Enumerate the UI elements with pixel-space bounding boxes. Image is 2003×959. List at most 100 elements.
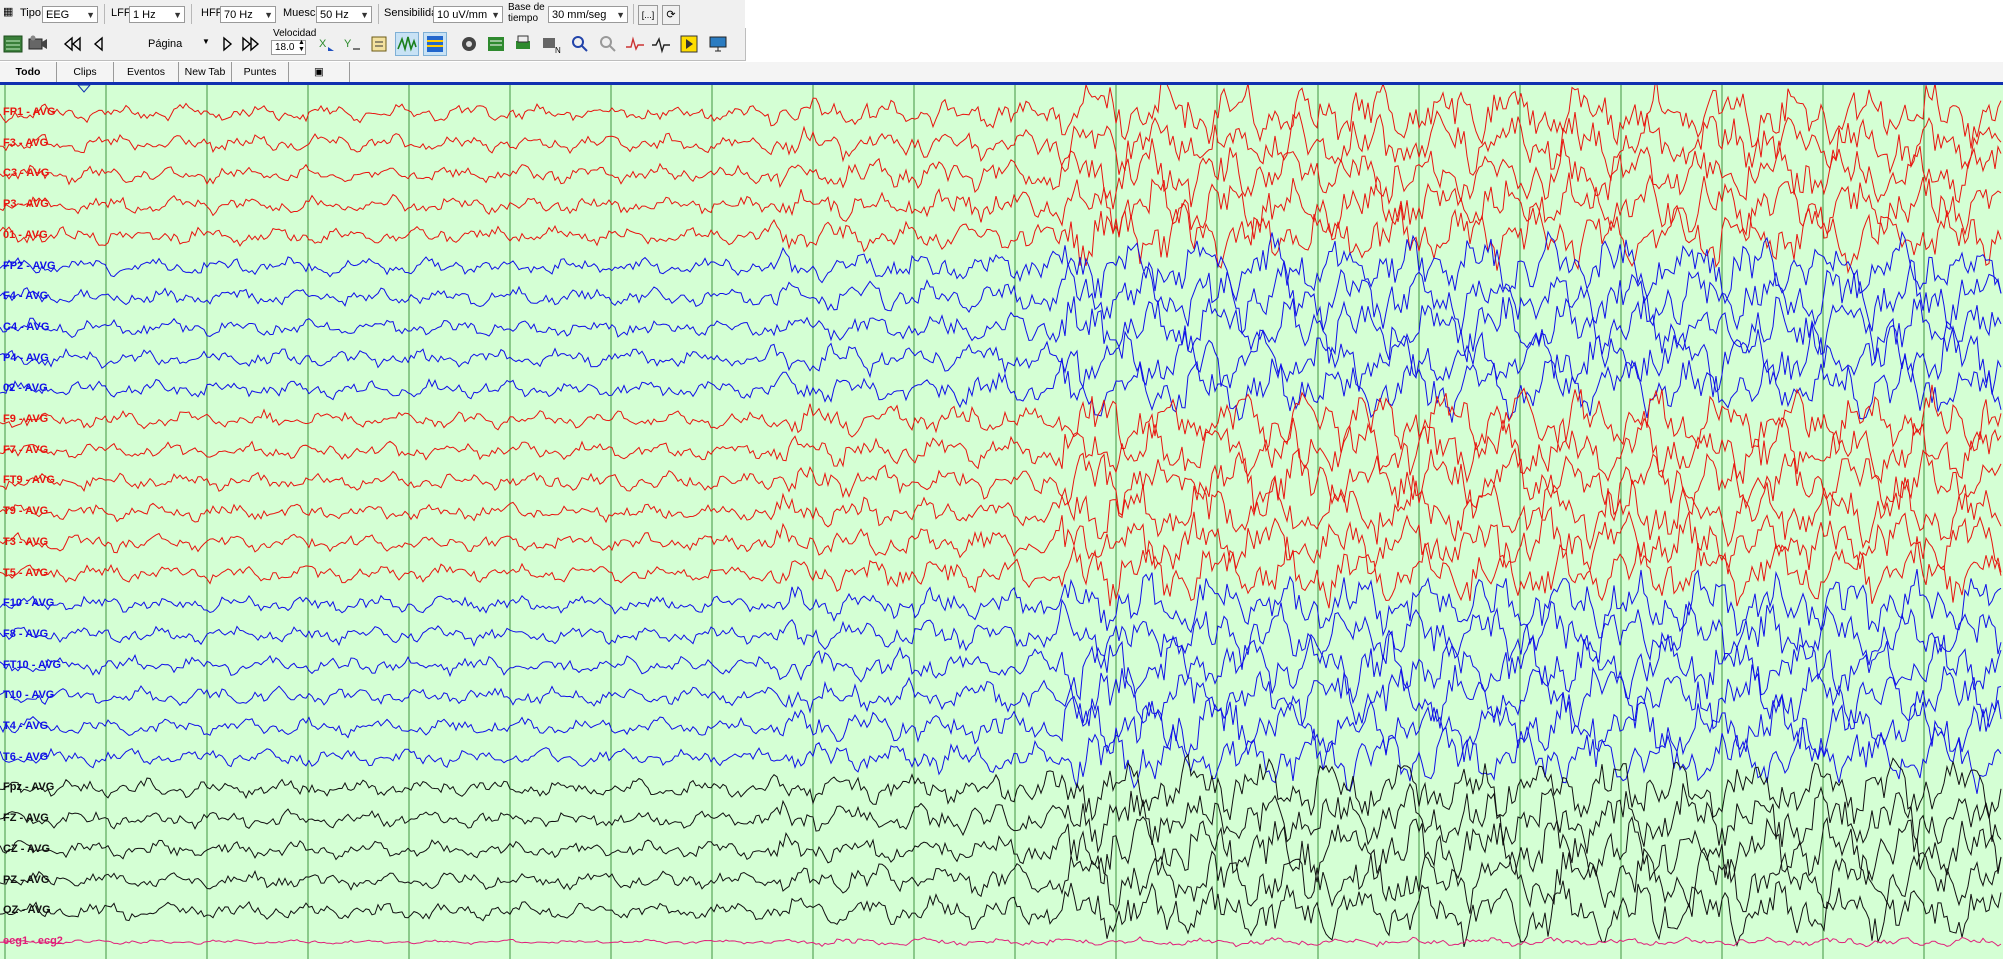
channel-label[interactable]: Fpz - AVG: [3, 781, 54, 793]
channel-label[interactable]: C3 - AVG: [3, 167, 49, 179]
muesca-select[interactable]: 50 Hz ▼: [316, 6, 372, 23]
montage-icon[interactable]: [2, 33, 24, 55]
add-tab-button[interactable]: ▣: [289, 62, 350, 82]
channel-label[interactable]: FP2 - AVG: [3, 260, 56, 272]
tipo-label: Tipo: [20, 7, 41, 19]
eeg-trace-area[interactable]: FP1 - AVG F3 - AVG C3 - AVG P3 - AVG 01 - AV…: [0, 85, 2003, 959]
channel-label[interactable]: F4 - AVG: [3, 290, 48, 302]
refresh-button[interactable]: ⟳: [662, 5, 680, 25]
channel-label[interactable]: ecg1 - ecg2: [3, 935, 63, 947]
channel-label[interactable]: F10 - AVG: [3, 597, 54, 609]
channel-label[interactable]: T3 - AVG: [3, 536, 48, 548]
eeg-trace: [0, 630, 2002, 705]
lff-select-value: 1 Hz: [133, 9, 156, 21]
separator: [633, 4, 634, 24]
camera-settings-icon[interactable]: [458, 33, 480, 55]
waveform-overlay-icon[interactable]: [395, 32, 419, 56]
event-flag-icon[interactable]: [678, 33, 700, 55]
tab-puntes[interactable]: Puntes: [232, 62, 289, 82]
channel-label[interactable]: F8 - AVG: [3, 628, 48, 640]
wave-detect-icon[interactable]: [650, 33, 672, 55]
zoom-out-icon[interactable]: [597, 33, 619, 55]
channel-label[interactable]: F9 - AVG: [3, 413, 48, 425]
cursor-marker-icon[interactable]: [77, 85, 91, 93]
channel-label[interactable]: FT9 - AVG: [3, 474, 55, 486]
eeg-trace: [0, 474, 2002, 551]
channel-label[interactable]: T9 - AVG: [3, 505, 48, 517]
eeg-trace: [0, 880, 2002, 948]
channel-label[interactable]: 01 - AVG: [3, 229, 48, 241]
eeg-trace: [0, 296, 2002, 364]
sensibilidad-select[interactable]: 10 uV/mm ▼: [433, 6, 503, 23]
sensibilidad-select-value: 10 uV/mm: [437, 9, 488, 21]
print-icon[interactable]: [512, 33, 534, 55]
tab-new-tab[interactable]: New Tab: [179, 62, 232, 82]
base-tiempo-label: Base de tiempo: [508, 2, 545, 24]
chevron-down-icon: ▼: [360, 10, 369, 20]
tab-todo[interactable]: Todo: [0, 62, 57, 82]
tab-eventos[interactable]: Eventos: [114, 62, 179, 82]
channel-label[interactable]: 02 - AVG: [3, 382, 48, 394]
separator: [104, 4, 105, 24]
display-grid-icon[interactable]: [423, 32, 447, 56]
tipo-icon: ▦: [3, 6, 14, 18]
eeg-trace: [0, 753, 2002, 824]
channel-label[interactable]: PZ - AVG: [3, 874, 49, 886]
monitor-icon[interactable]: [707, 33, 729, 55]
channel-label[interactable]: CZ - AVG: [3, 843, 50, 855]
channel-label[interactable]: C4 - AVG: [3, 321, 49, 333]
chevron-down-icon: ▼: [173, 10, 182, 20]
channel-label[interactable]: P3 - AVG: [3, 198, 49, 210]
spike-icon[interactable]: [624, 33, 646, 55]
channel-label[interactable]: F7 - AVG: [3, 444, 48, 456]
base-tiempo-label-line2: tiempo: [508, 13, 539, 24]
hff-select-value: 70 Hz: [224, 9, 253, 21]
video-icon[interactable]: [27, 33, 49, 55]
eeg-trace: [0, 815, 2002, 885]
channel-label[interactable]: OZ - AVG: [3, 904, 51, 916]
channel-label[interactable]: T10 - AVG: [3, 689, 54, 701]
cursor-x-icon[interactable]: X: [316, 33, 338, 55]
channel-label[interactable]: T5 - AVG: [3, 567, 48, 579]
svg-text:N: N: [555, 46, 561, 55]
pagina-dropdown-icon[interactable]: ▼: [202, 37, 210, 46]
eeg-trace: [0, 202, 2002, 275]
separator: [378, 4, 379, 24]
eeg-trace-canvas: [0, 85, 2002, 959]
chevron-down-icon: ▼: [264, 10, 273, 20]
cursor-y-icon[interactable]: Y: [341, 33, 363, 55]
base-tiempo-select[interactable]: 30 mm/seg ▼: [548, 6, 628, 23]
svg-text:Y: Y: [344, 38, 352, 50]
channel-label[interactable]: P4 - AVG: [3, 352, 49, 364]
eeg-trace: [0, 724, 2002, 794]
channel-label[interactable]: FP1 - AVG: [3, 106, 56, 118]
first-page-icon[interactable]: [61, 33, 83, 55]
last-page-icon[interactable]: [240, 33, 262, 55]
channel-label[interactable]: F3 - AVG: [3, 137, 48, 149]
add-tab-icon: ▣: [314, 66, 324, 78]
eeg-trace: [0, 259, 2002, 335]
prev-page-icon[interactable]: [88, 33, 110, 55]
notch-icon[interactable]: N: [540, 33, 562, 55]
velocidad-label: Velocidad: [273, 28, 317, 39]
channel-label[interactable]: FT10 - AVG: [3, 659, 61, 671]
velocidad-value: 18.0: [275, 42, 295, 53]
next-page-icon[interactable]: [216, 33, 238, 55]
zoom-in-icon[interactable]: [569, 33, 591, 55]
hff-select[interactable]: 70 Hz ▼: [220, 6, 276, 23]
base-tiempo-select-value: 30 mm/seg: [552, 9, 607, 21]
chevron-down-icon: ▼: [86, 10, 95, 20]
tab-bar: Todo Clips Eventos New Tab Puntes ▣: [0, 62, 2003, 85]
lff-label: LFF: [111, 7, 131, 19]
marker-icon[interactable]: [369, 33, 391, 55]
bracket-button[interactable]: [...]: [638, 5, 658, 25]
channel-label[interactable]: T6 - AVG: [3, 751, 48, 763]
velocidad-spin-icon[interactable]: ▲ ▼: [298, 39, 305, 53]
lff-select[interactable]: 1 Hz ▼: [129, 6, 185, 23]
channel-label[interactable]: FZ - AVG: [3, 812, 49, 824]
tipo-select[interactable]: EEG ▼: [42, 6, 98, 23]
channel-label[interactable]: T4 - AVG: [3, 720, 48, 732]
tab-clips[interactable]: Clips: [57, 62, 114, 82]
eeg-trace: [0, 417, 2002, 485]
montage-edit-icon[interactable]: [485, 33, 507, 55]
